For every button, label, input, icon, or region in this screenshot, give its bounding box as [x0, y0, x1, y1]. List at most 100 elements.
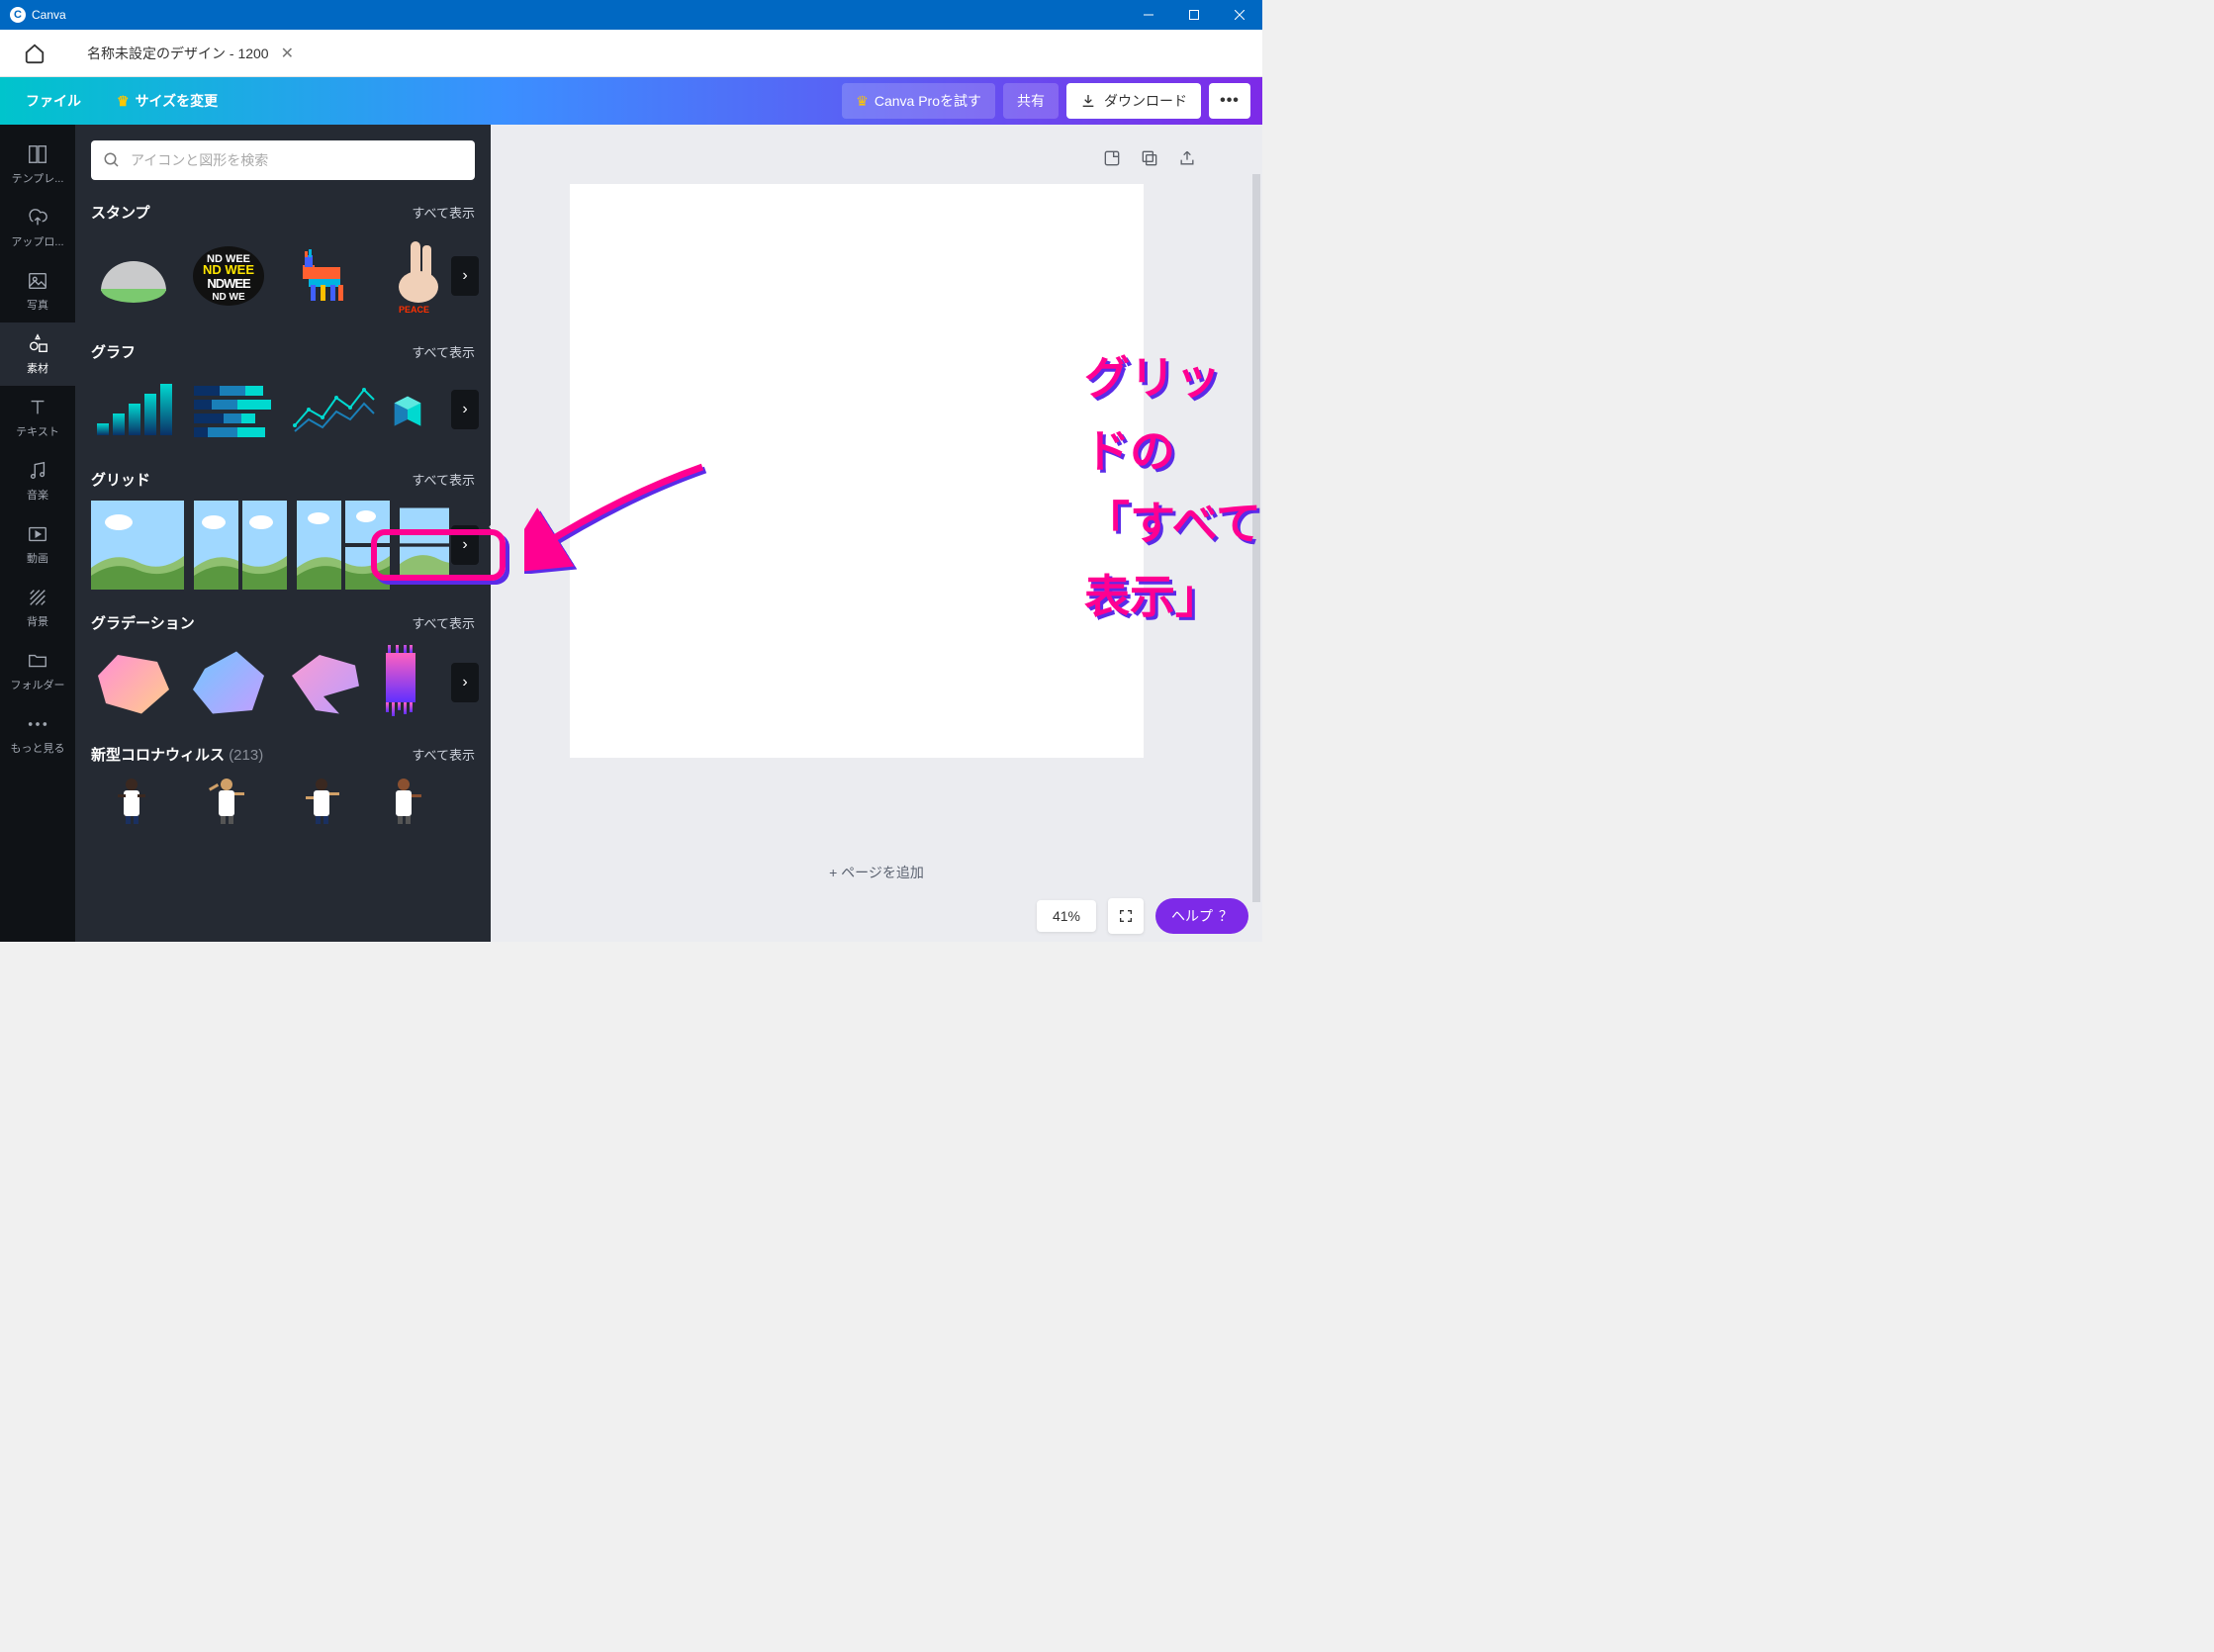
scroll-right-icon[interactable]: ›	[451, 256, 479, 296]
scrollbar[interactable]	[1252, 174, 1260, 902]
nav-background[interactable]: 背景	[0, 576, 75, 639]
tab-close-icon[interactable]: ✕	[281, 44, 294, 63]
try-pro-button[interactable]: ♛ Canva Proを試す	[842, 83, 995, 119]
search-box[interactable]	[91, 140, 475, 180]
section-gradient: グラデーション すべて表示 ›	[91, 612, 475, 722]
home-button[interactable]	[0, 30, 69, 76]
search-icon	[103, 151, 121, 169]
window-close-button[interactable]	[1217, 0, 1262, 30]
gradient-thumb-3[interactable]	[281, 645, 366, 720]
nav-elements[interactable]: 素材	[0, 322, 75, 386]
chart-thumb-bar[interactable]	[91, 375, 180, 444]
chart-thumb-stacked[interactable]	[190, 375, 279, 444]
scroll-right-icon[interactable]: ›	[451, 663, 479, 702]
app-logo-icon: C	[10, 7, 26, 23]
window-titlebar: C Canva	[0, 0, 1262, 30]
chart-thumb-line[interactable]	[289, 375, 378, 444]
tab-title: 名称未設定のデザイン - 1200	[87, 44, 269, 63]
share-button[interactable]: 共有	[1003, 83, 1059, 119]
nav-video[interactable]: 動画	[0, 512, 75, 576]
chart-thumb-3d[interactable]	[388, 375, 437, 444]
show-all-grid[interactable]: すべて表示	[412, 470, 475, 489]
grid-thumb-4[interactable]	[400, 501, 449, 590]
section-covid: 新型コロナウィルス (213) すべて表示	[91, 744, 475, 824]
more-button[interactable]: •••	[1209, 83, 1250, 119]
upload-icon	[26, 206, 49, 229]
nav-photo[interactable]: 写真	[0, 259, 75, 322]
covid-thumb-2[interactable]	[186, 775, 271, 824]
section-chart: グラフ すべて表示 ›	[91, 341, 475, 447]
text-icon	[26, 396, 49, 419]
download-button[interactable]: ダウンロード	[1066, 83, 1201, 119]
show-all-chart[interactable]: すべて表示	[412, 342, 475, 361]
nav-music[interactable]: 音楽	[0, 449, 75, 512]
section-title: グリッド	[91, 469, 150, 490]
panel-collapse-button[interactable]: ‹	[481, 512, 491, 540]
svg-text:ND WEE: ND WEE	[203, 262, 254, 277]
stamp-thumb-weekend[interactable]: ND WEEND WEENDWEEND WE	[186, 233, 271, 319]
scroll-right-icon[interactable]: ›	[451, 525, 479, 565]
share-page-icon[interactable]	[1177, 148, 1197, 168]
document-tab[interactable]: 名称未設定のデザイン - 1200 ✕	[69, 30, 312, 76]
covid-thumb-3[interactable]	[281, 775, 366, 824]
elements-panel: スタンプ すべて表示 ND WEEND WEENDWEEND WE PEACE …	[75, 125, 491, 942]
music-icon	[26, 459, 49, 483]
svg-text:NDWEE: NDWEE	[207, 276, 251, 291]
crown-icon: ♛	[117, 93, 130, 110]
design-canvas[interactable]	[570, 184, 1144, 758]
scroll-right-icon[interactable]: ›	[451, 390, 479, 429]
duplicate-icon[interactable]	[1140, 148, 1159, 168]
help-button[interactable]: ヘルプ ？	[1155, 898, 1248, 934]
grid-thumb-1[interactable]	[91, 501, 184, 590]
canvas-area: + ページを追加 41% ヘルプ ？ グリッドの 「すべて表示」	[491, 125, 1262, 942]
elements-icon	[26, 332, 49, 356]
covid-thumb-4[interactable]	[376, 775, 435, 824]
window-minimize-button[interactable]	[1126, 0, 1171, 30]
tab-bar: 名称未設定のデザイン - 1200 ✕	[0, 30, 1262, 77]
main-toolbar: ファイル ♛ サイズを変更 ♛ Canva Proを試す 共有 ダウンロード •…	[0, 77, 1262, 125]
gradient-thumb-1[interactable]	[91, 645, 176, 720]
folder-icon	[26, 649, 49, 673]
zoom-level[interactable]: 41%	[1037, 900, 1096, 932]
crown-icon: ♛	[856, 93, 869, 110]
search-input[interactable]	[131, 152, 463, 168]
stamp-thumb-ufo[interactable]	[91, 233, 176, 319]
grid-thumb-2[interactable]	[194, 501, 287, 590]
templates-icon	[26, 142, 49, 166]
background-icon	[26, 586, 49, 609]
app-name: Canva	[32, 8, 1126, 22]
section-title: 新型コロナウィルス (213)	[91, 744, 263, 765]
video-icon	[26, 522, 49, 546]
window-maximize-button[interactable]	[1171, 0, 1217, 30]
grid-thumb-3[interactable]	[297, 501, 390, 590]
gradient-thumb-4[interactable]	[376, 645, 425, 720]
gradient-thumb-2[interactable]	[186, 645, 271, 720]
canvas-page-tools	[1102, 148, 1197, 168]
nav-upload[interactable]: アップロ...	[0, 196, 75, 259]
nav-templates[interactable]: テンプレ...	[0, 133, 75, 196]
stamp-thumb-pinata[interactable]	[281, 233, 366, 319]
photo-icon	[26, 269, 49, 293]
nav-folder[interactable]: フォルダー	[0, 639, 75, 702]
nav-more[interactable]: もっと見る	[0, 702, 75, 766]
section-stamp: スタンプ すべて表示 ND WEEND WEENDWEEND WE PEACE …	[91, 202, 475, 320]
add-page-button[interactable]: + ページを追加	[590, 863, 1163, 882]
show-all-stamp[interactable]: すべて表示	[412, 203, 475, 222]
nav-text[interactable]: テキスト	[0, 386, 75, 449]
covid-thumb-1[interactable]	[91, 775, 176, 824]
section-grid: グリッド すべて表示 ›	[91, 469, 475, 591]
note-icon[interactable]	[1102, 148, 1122, 168]
svg-text:PEACE: PEACE	[399, 305, 429, 315]
more-icon	[26, 712, 49, 736]
file-menu-button[interactable]: ファイル	[12, 83, 95, 119]
resize-button[interactable]: ♛ サイズを変更	[103, 83, 231, 119]
section-title: グラデーション	[91, 612, 195, 633]
section-title: スタンプ	[91, 202, 150, 223]
fullscreen-button[interactable]	[1108, 898, 1144, 934]
stamp-thumb-peace[interactable]: PEACE	[376, 233, 461, 319]
section-title: グラフ	[91, 341, 136, 362]
side-navigation: テンプレ... アップロ... 写真 素材 テキスト 音楽	[0, 125, 75, 942]
svg-text:ND WE: ND WE	[212, 292, 245, 303]
show-all-covid[interactable]: すべて表示	[412, 745, 475, 764]
show-all-gradient[interactable]: すべて表示	[412, 613, 475, 632]
